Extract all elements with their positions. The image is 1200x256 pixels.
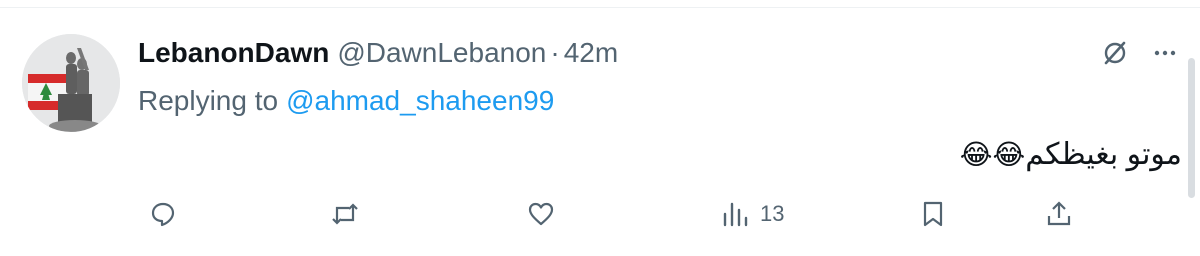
avatar-image	[22, 34, 120, 132]
bookmark-icon	[923, 201, 943, 227]
more-options-icon[interactable]	[1148, 36, 1182, 70]
grok-icon-svg	[1104, 41, 1126, 65]
tweet-header: LebanonDawn @DawnLebanon · 42m	[138, 33, 618, 73]
more-options-svg	[1154, 50, 1176, 56]
grok-icon[interactable]	[1098, 36, 1132, 70]
reply-button[interactable]	[148, 194, 178, 234]
share-icon	[1047, 201, 1071, 226]
replying-to-handle[interactable]: @ahmad_shaheen99	[286, 85, 554, 117]
bookmark-button[interactable]	[918, 194, 948, 234]
separator-dot: ·	[550, 37, 560, 68]
tweet-text-body: موتو بغيظكم	[1025, 137, 1182, 171]
scrollbar[interactable]	[1188, 58, 1195, 198]
retweet-button[interactable]	[330, 194, 360, 234]
user-handle[interactable]: @DawnLebanon	[337, 37, 546, 69]
tweet-text: موتو بغيظكم 😂😂	[954, 132, 1182, 176]
views-button[interactable]: 13	[720, 194, 784, 234]
timestamp[interactable]: 42m	[564, 37, 618, 69]
retweet-icon	[332, 203, 358, 225]
reply-icon	[151, 202, 175, 227]
like-icon	[528, 202, 554, 226]
tweet-emojis: 😂😂	[959, 138, 1026, 170]
share-button[interactable]	[1044, 194, 1074, 234]
views-icon	[723, 202, 748, 227]
replying-to-label: Replying to	[138, 85, 279, 116]
display-name[interactable]: LebanonDawn	[138, 37, 329, 69]
like-button[interactable]	[526, 194, 556, 234]
views-count: 13	[760, 201, 785, 226]
top-divider	[0, 7, 1200, 8]
avatar[interactable]	[22, 34, 120, 132]
replying-to-line: Replying to @ahmad_shaheen99	[138, 82, 554, 120]
